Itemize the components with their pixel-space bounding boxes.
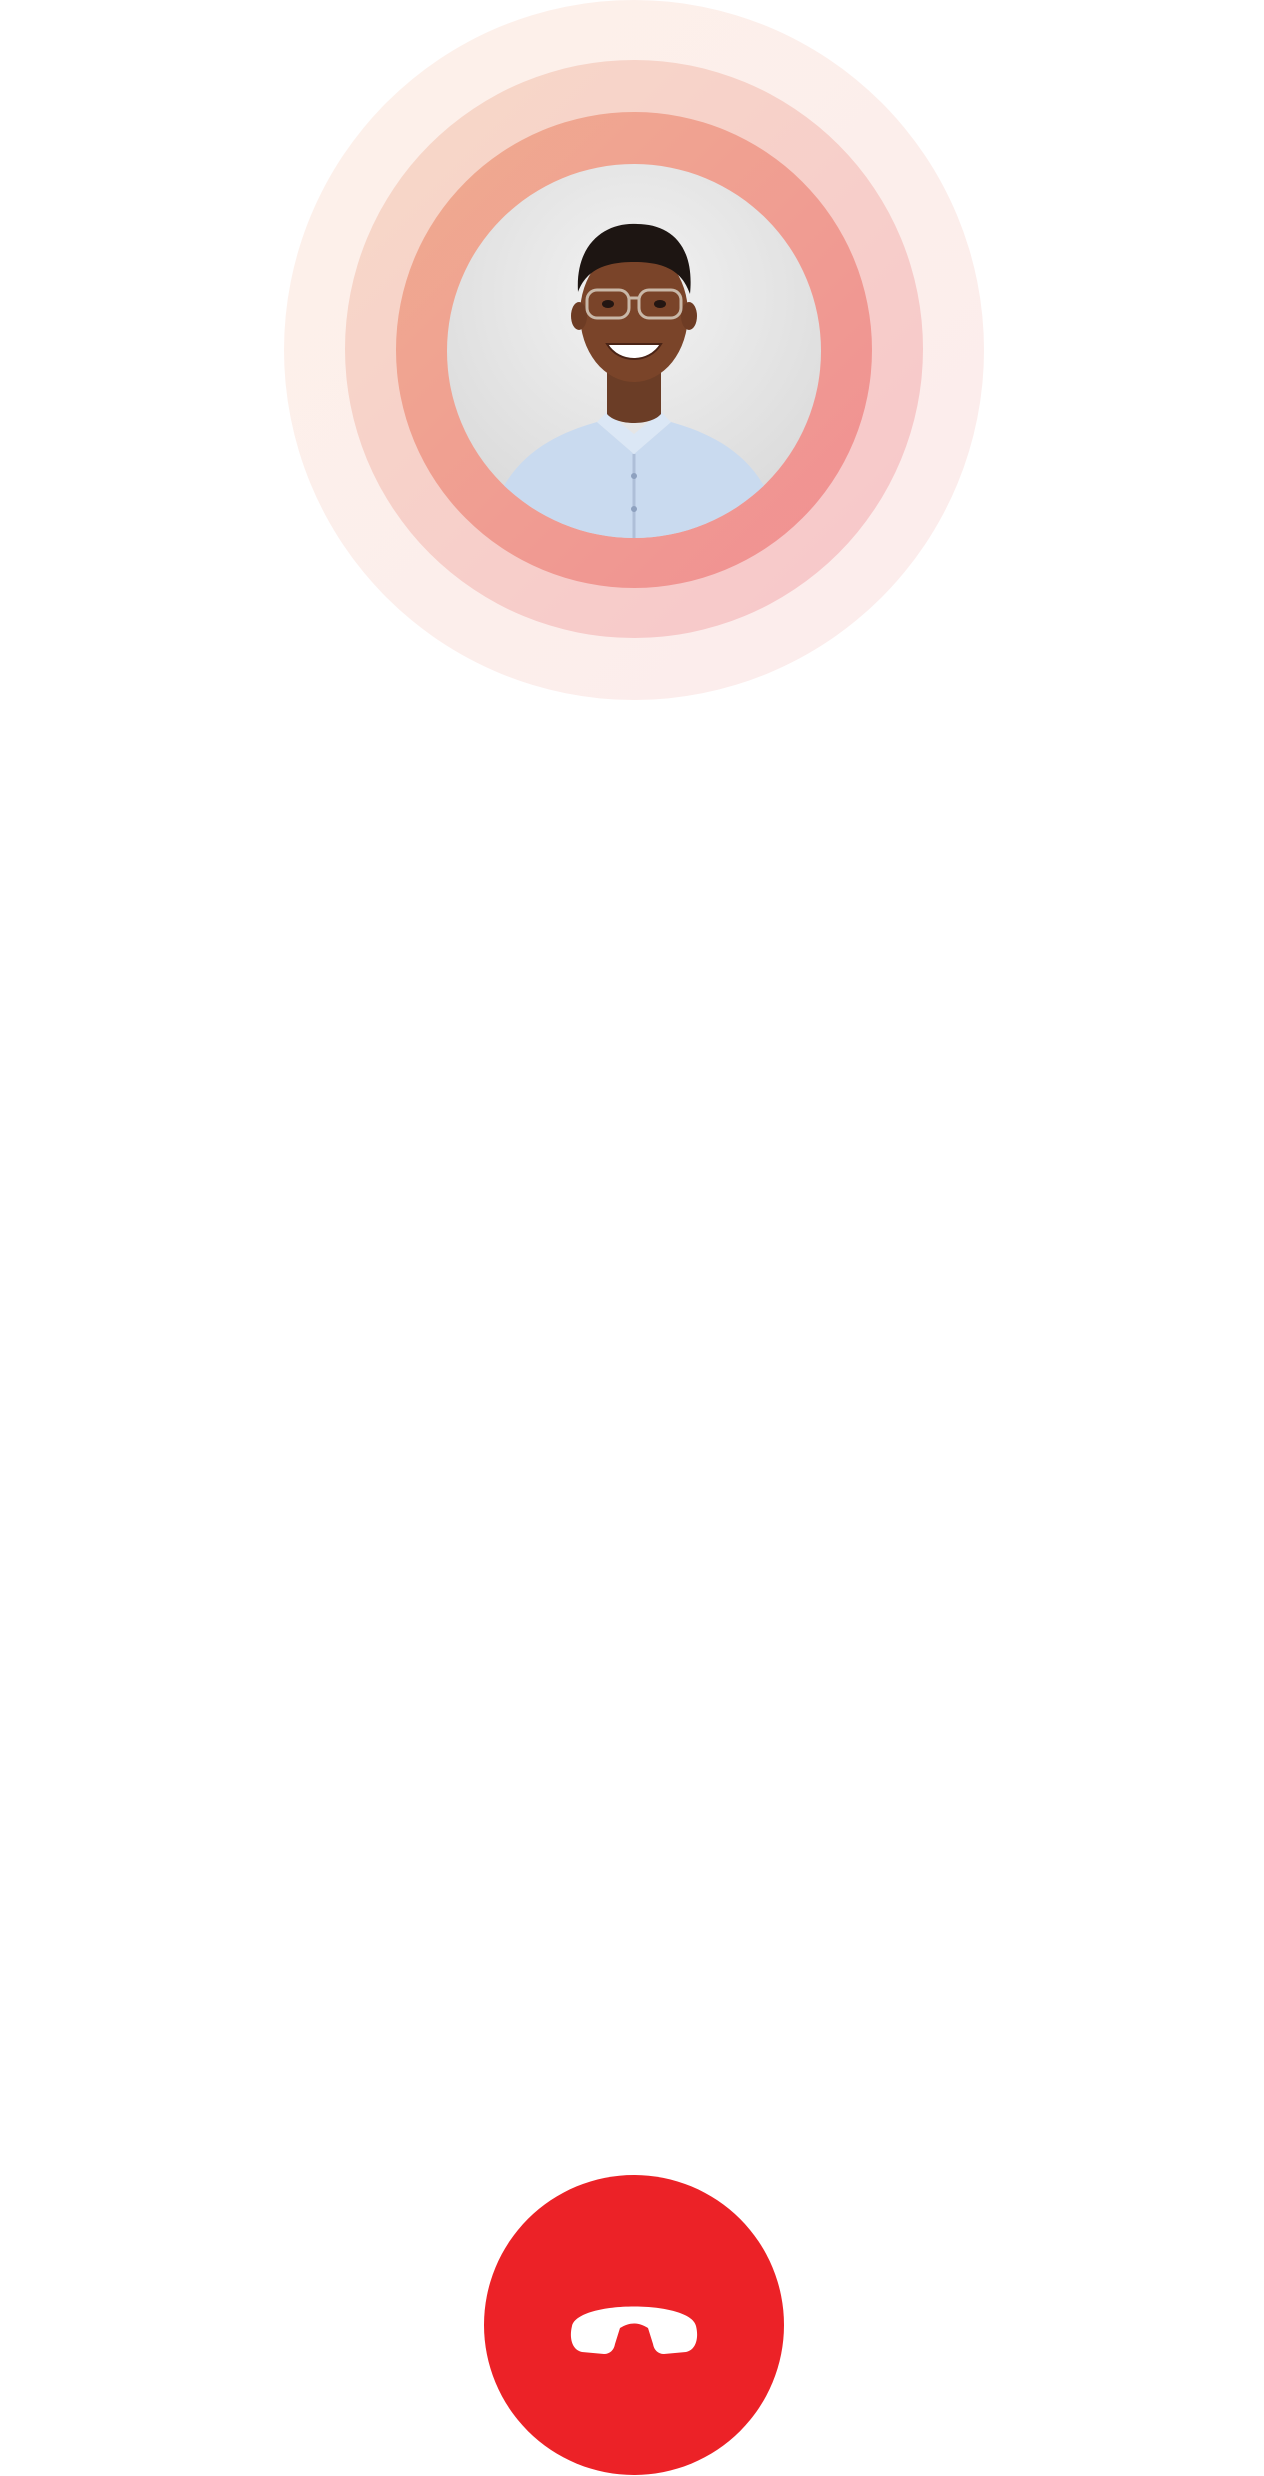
person-avatar-icon <box>487 223 781 538</box>
avatar <box>447 164 821 538</box>
phone-hangup-icon <box>570 2306 698 2354</box>
call-screen <box>0 0 1264 2476</box>
end-call-button[interactable] <box>484 2175 784 2475</box>
